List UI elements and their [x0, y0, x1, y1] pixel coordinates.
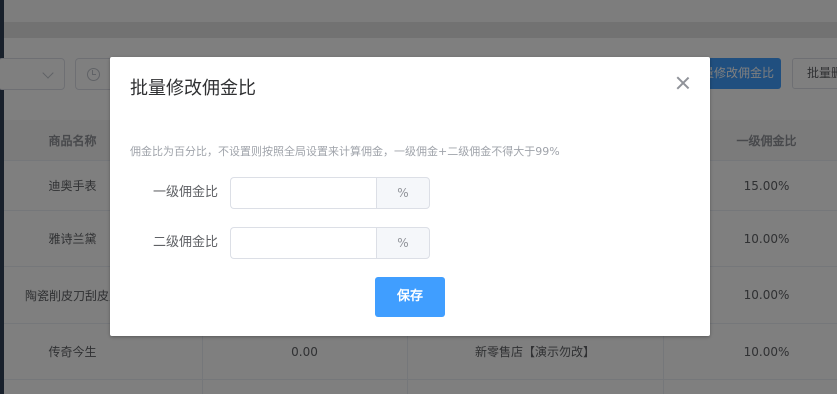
commission-hint: 佣金比为百分比，不设置则按照全局设置来计算佣金，一级佣金+二级佣金不得大于99% — [130, 145, 560, 158]
second-level-commission-group: % — [230, 227, 430, 259]
first-level-commission-row: 一级佣金比 % — [130, 177, 530, 209]
second-level-commission-input[interactable] — [230, 227, 376, 259]
first-level-commission-input[interactable] — [230, 177, 376, 209]
percent-suffix: % — [376, 227, 430, 259]
save-button[interactable]: 保存 — [375, 277, 445, 317]
close-icon[interactable] — [676, 76, 690, 90]
first-level-commission-label: 一级佣金比 — [152, 185, 218, 200]
percent-suffix: % — [376, 177, 430, 209]
batch-commission-dialog: 批量修改佣金比 佣金比为百分比，不设置则按照全局设置来计算佣金，一级佣金+二级佣… — [110, 57, 710, 336]
first-level-commission-group: % — [230, 177, 430, 209]
second-level-commission-row: 二级佣金比 % — [130, 227, 530, 259]
second-level-commission-label: 二级佣金比 — [152, 235, 218, 250]
dialog-title: 批量修改佣金比 — [130, 78, 256, 99]
